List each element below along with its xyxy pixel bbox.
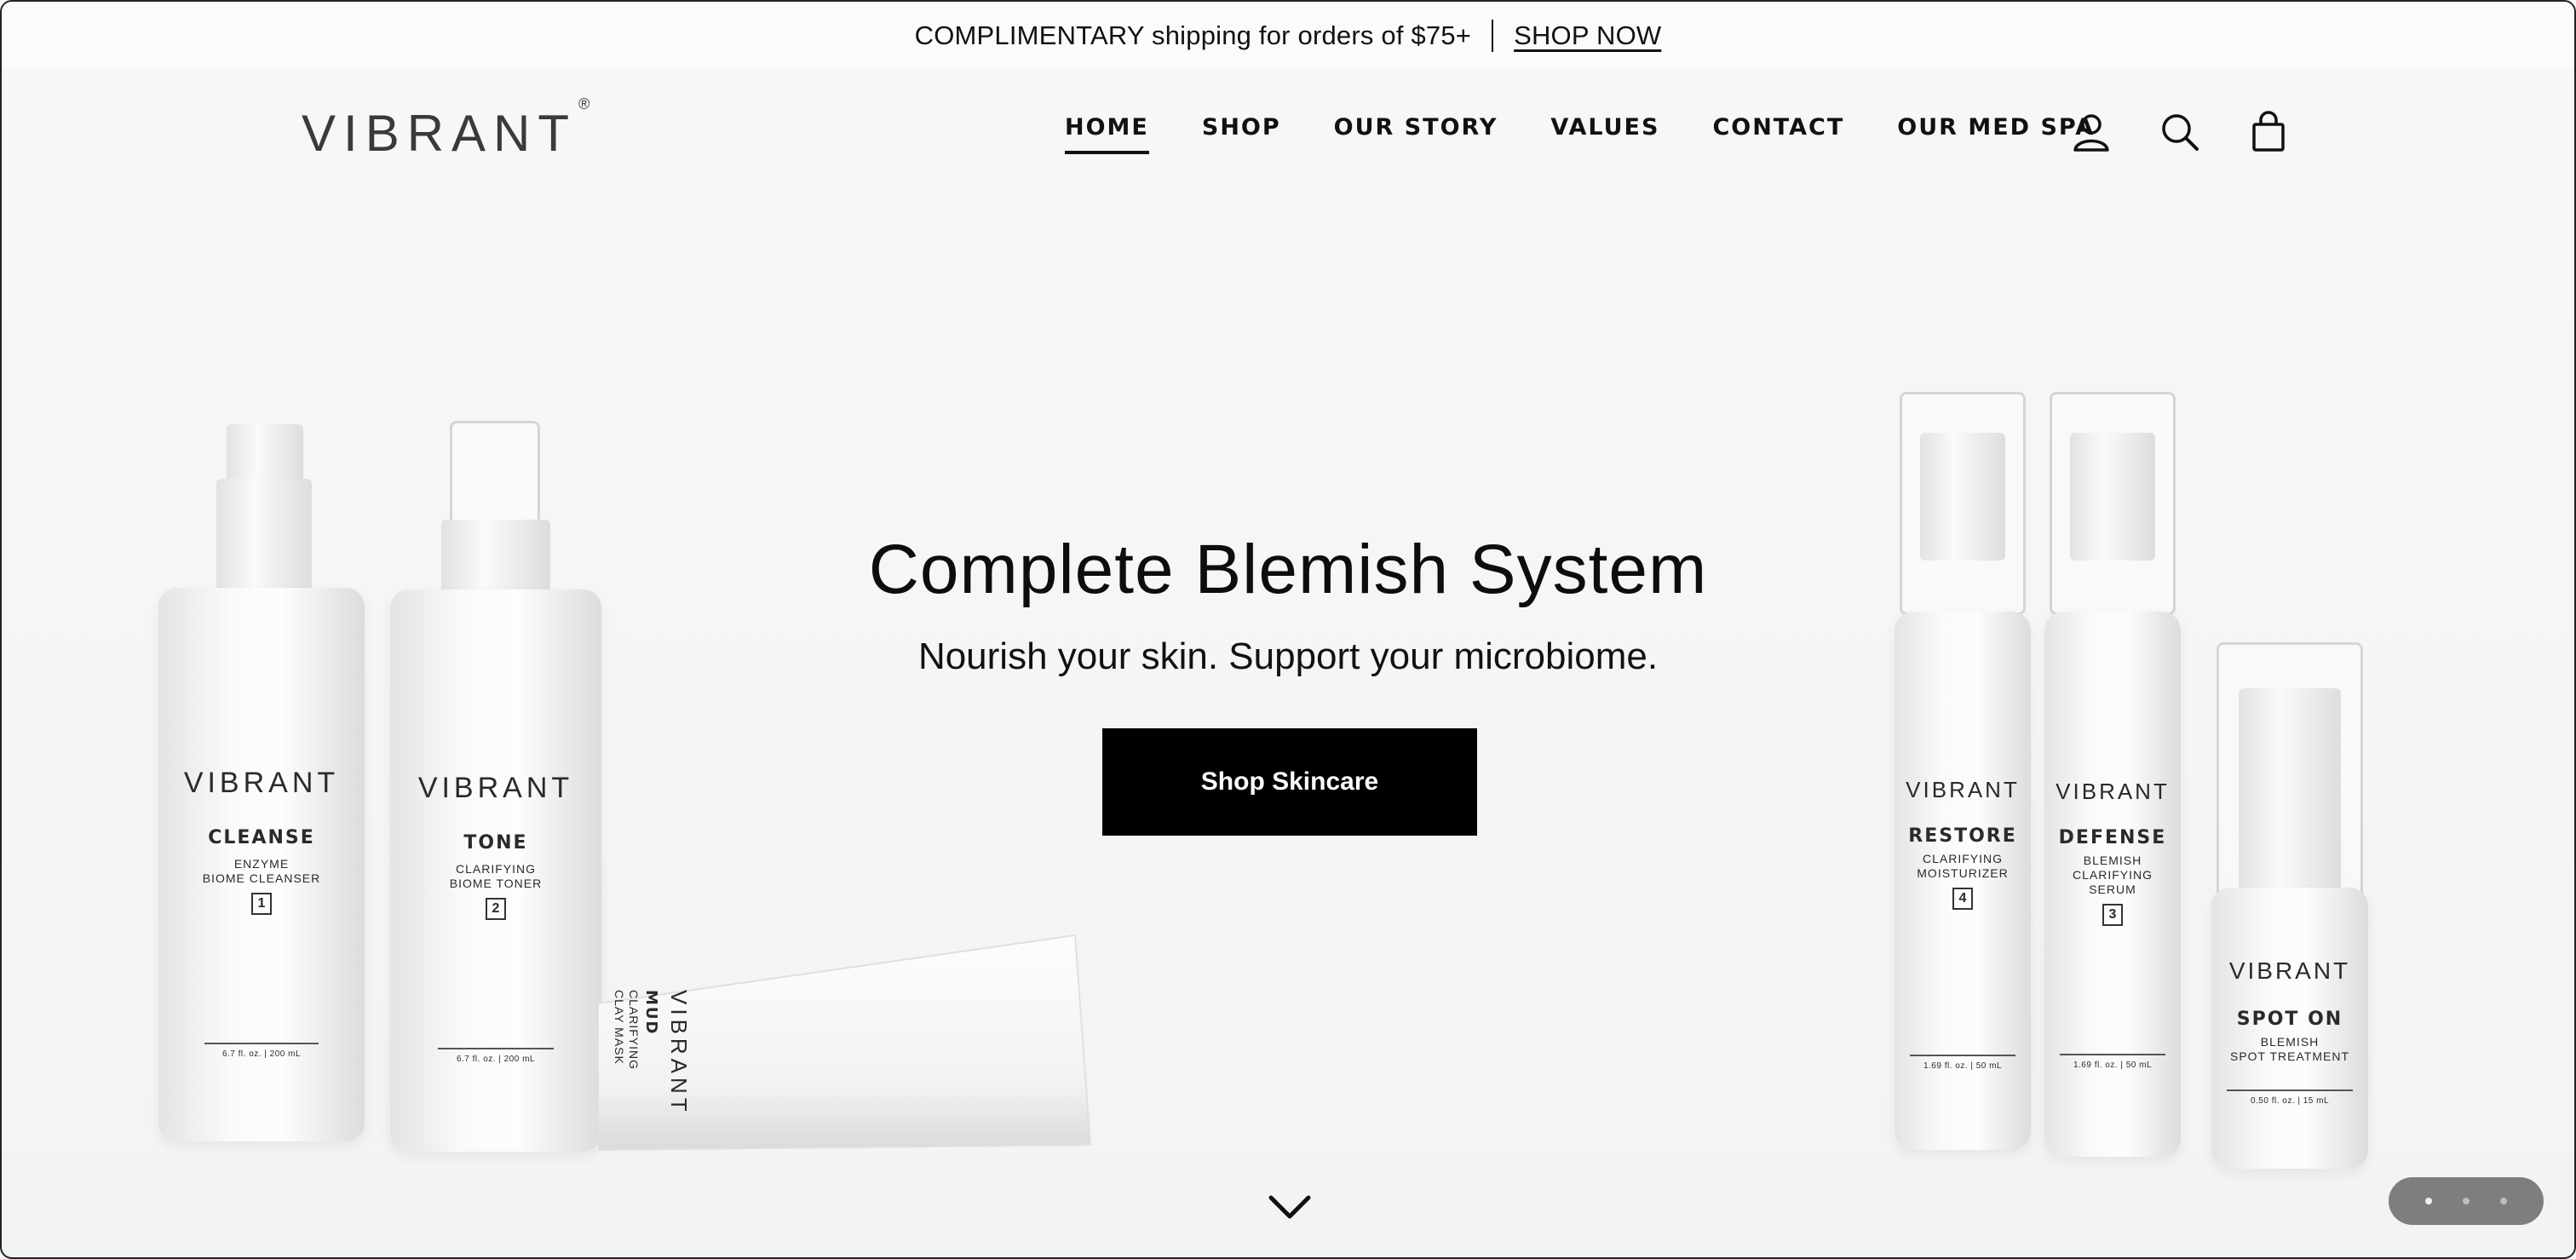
header-icons bbox=[2068, 109, 2291, 155]
product-step: 2 bbox=[486, 898, 506, 920]
nav-home[interactable]: HOME bbox=[1065, 114, 1149, 154]
product-brand: VIBRANT bbox=[417, 772, 574, 804]
nav-our-med-spa[interactable]: OUR MED SPA bbox=[1897, 114, 2095, 149]
logo-text: VIBRANT bbox=[302, 105, 578, 162]
pager-dot[interactable] bbox=[2463, 1198, 2470, 1204]
product-desc: ENZYME BIOME CLEANSER bbox=[202, 857, 321, 885]
shop-skincare-button[interactable]: Shop Skincare bbox=[1102, 728, 1477, 836]
nav-shop[interactable]: SHOP bbox=[1202, 114, 1281, 149]
site-header: VIBRANT® HOME SHOP OUR STORY VALUES CONT… bbox=[2, 70, 2574, 189]
cleanse-label: VIBRANT CLEANSE ENZYME BIOME CLEANSER 1 6… bbox=[158, 767, 365, 1059]
spot-bottle: VIBRANT SPOT ON BLEMISH SPOT TREATMENT 0.… bbox=[2211, 888, 2368, 1169]
pager-dot[interactable] bbox=[2500, 1198, 2507, 1204]
pager-dot[interactable] bbox=[2425, 1198, 2432, 1204]
mud-tube: VIBRANT MUD CLARIFYING CLAY MASK bbox=[597, 930, 1092, 1153]
product-brand: VIBRANT bbox=[183, 767, 340, 799]
product-step: 1 bbox=[251, 893, 272, 915]
hero-title: Complete Blemish System bbox=[868, 531, 1708, 608]
hero-subtitle: Nourish your skin. Support your microbio… bbox=[917, 635, 1659, 677]
nav-contact[interactable]: CONTACT bbox=[1712, 114, 1844, 149]
nav-our-story[interactable]: OUR STORY bbox=[1334, 114, 1498, 149]
main-nav: HOME SHOP OUR STORY VALUES CONTACT OUR M… bbox=[1065, 114, 2148, 154]
chevron-down-icon[interactable] bbox=[1268, 1193, 1312, 1223]
defense-label: VIBRANT DEFENSE BLEMISH CLARIFYING SERUM 3… bbox=[2056, 779, 2170, 1070]
spot-pump bbox=[2239, 688, 2341, 893]
restore-label: VIBRANT RESTORE CLARIFYING MOISTURIZER 4 … bbox=[1906, 777, 2020, 1071]
cart-icon[interactable] bbox=[2245, 109, 2291, 155]
browser-frame: COMPLIMENTARY shipping for orders of $75… bbox=[0, 0, 2576, 1259]
spot-label: VIBRANT SPOT ON BLEMISH SPOT TREATMENT 0.… bbox=[2211, 957, 2368, 1106]
announcement-divider bbox=[1492, 20, 1494, 52]
product-desc: CLARIFYING BIOME TONER bbox=[449, 862, 543, 890]
product-volume: 6.7 fl. oz. | 200 mL bbox=[438, 1048, 554, 1064]
restore-bottle: VIBRANT RESTORE CLARIFYING MOISTURIZER 4 … bbox=[1895, 612, 2031, 1150]
search-icon[interactable] bbox=[2157, 109, 2203, 155]
tone-cap bbox=[450, 421, 540, 525]
product-volume: 6.7 fl. oz. | 200 mL bbox=[204, 1043, 319, 1059]
tone-label: VIBRANT TONE CLARIFYING BIOME TONER 2 6.7… bbox=[390, 772, 601, 1064]
announcement-text: COMPLIMENTARY shipping for orders of $75… bbox=[914, 20, 1472, 50]
defense-bottle: VIBRANT DEFENSE BLEMISH CLARIFYING SERUM 3… bbox=[2044, 612, 2181, 1157]
shop-now-link[interactable]: SHOP NOW bbox=[1514, 20, 1661, 51]
logo-registered-mark: ® bbox=[578, 95, 590, 112]
product-name: TONE bbox=[463, 832, 528, 854]
announcement-bar: COMPLIMENTARY shipping for orders of $75… bbox=[2, 2, 2574, 70]
product-name: CLEANSE bbox=[208, 827, 315, 848]
logo[interactable]: VIBRANT® bbox=[302, 95, 589, 163]
slideshow-pager[interactable] bbox=[2389, 1177, 2544, 1225]
nav-values[interactable]: VALUES bbox=[1550, 114, 1659, 149]
account-icon[interactable] bbox=[2068, 109, 2114, 155]
mud-label: VIBRANT MUD CLARIFYING CLAY MASK bbox=[612, 990, 692, 1116]
cleanse-pump bbox=[227, 424, 303, 486]
